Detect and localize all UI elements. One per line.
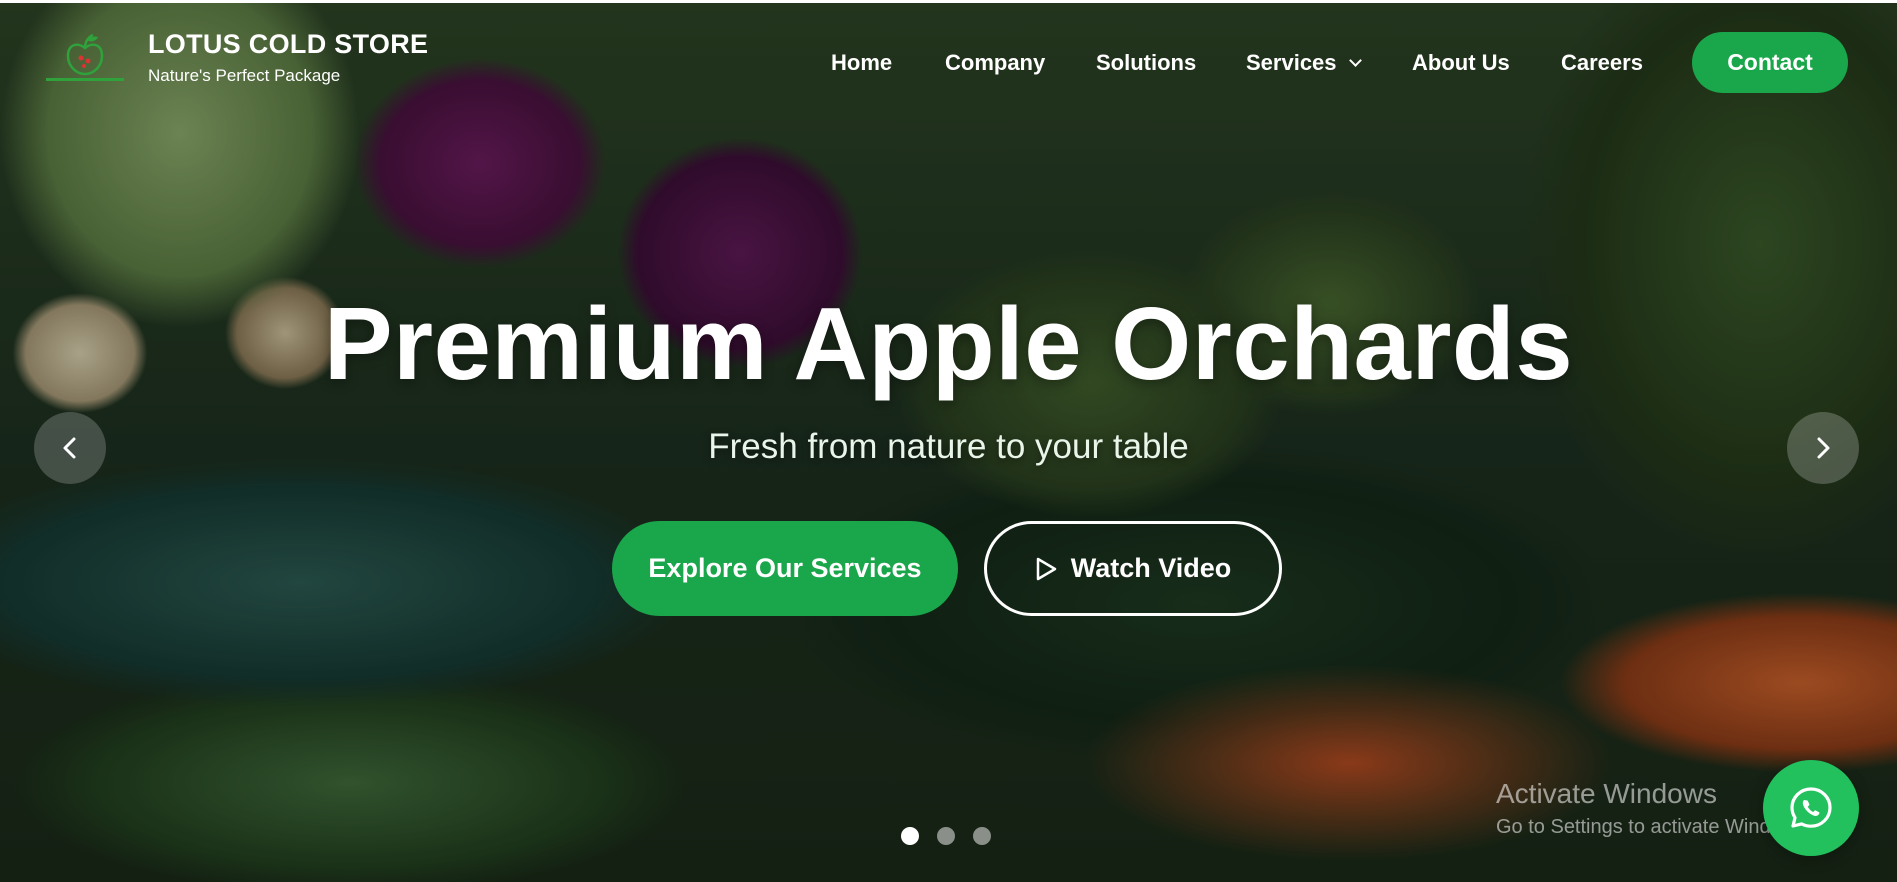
- brand-tagline: Nature's Perfect Package: [148, 65, 341, 85]
- carousel-dot-2[interactable]: [937, 827, 955, 845]
- nav-services-label: Services: [1246, 50, 1337, 75]
- chevron-right-icon: [1817, 437, 1830, 459]
- carousel-dot-1[interactable]: [901, 827, 919, 845]
- hero-title: Premium Apple Orchards: [323, 286, 1574, 401]
- chevron-down-icon: [1348, 54, 1362, 67]
- contact-button[interactable]: Contact: [1692, 32, 1848, 93]
- carousel-dot-3[interactable]: [973, 827, 991, 845]
- chevron-left-icon: [63, 437, 76, 459]
- nav-about-us[interactable]: About Us: [1412, 50, 1510, 76]
- watch-video-label: Watch Video: [1070, 553, 1232, 583]
- brand[interactable]: LOTUS COLD STORE Nature's Perfect Packag…: [40, 28, 428, 88]
- apple-logo-icon: [40, 28, 130, 88]
- nav-careers[interactable]: Careers: [1561, 50, 1643, 76]
- nav-company[interactable]: Company: [945, 50, 1045, 76]
- watch-video-button[interactable]: Watch Video: [984, 521, 1282, 616]
- nav-solutions[interactable]: Solutions: [1096, 50, 1196, 76]
- explore-services-button[interactable]: Explore Our Services: [612, 521, 958, 616]
- whatsapp-button[interactable]: [1763, 760, 1859, 856]
- brand-title: LOTUS COLD STORE: [148, 29, 429, 60]
- nav-services[interactable]: Services: [1246, 50, 1362, 76]
- whatsapp-icon: [1790, 787, 1832, 828]
- carousel-indicators: [901, 827, 1009, 845]
- hero-subtitle: Fresh from nature to your table: [708, 427, 1189, 466]
- nav-home[interactable]: Home: [831, 50, 892, 76]
- carousel-prev-button[interactable]: [34, 412, 106, 484]
- carousel-next-button[interactable]: [1787, 412, 1859, 484]
- play-icon: [1036, 557, 1056, 580]
